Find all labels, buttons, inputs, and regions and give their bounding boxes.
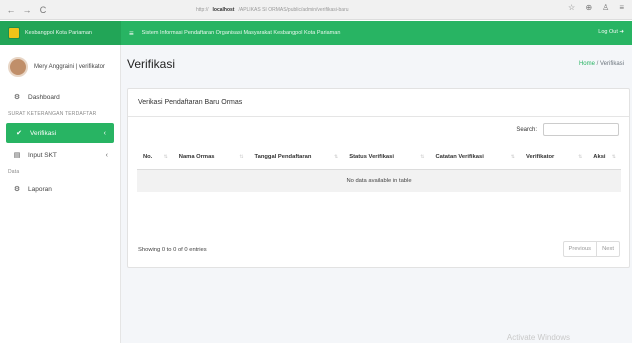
column-header-tanggal[interactable]: Tanggal Pendaftaran ⇅ bbox=[248, 145, 344, 170]
sort-icon: ⇅ bbox=[611, 154, 616, 160]
sidebar-item-laporan[interactable]: ⚙ Laporan bbox=[0, 179, 120, 199]
menu-icon[interactable]: ≡ bbox=[619, 3, 624, 12]
sidebar-item-dashboard[interactable]: ⚙ Dashboard bbox=[0, 87, 120, 107]
sidebar-item-label: Dashboard bbox=[28, 93, 60, 101]
verification-table: No. ⇅ Nama Ormas ⇅ Tanggal Pendaftaran ⇅ St… bbox=[137, 145, 621, 192]
column-header-nama-ormas[interactable]: Nama Ormas ⇅ bbox=[172, 145, 249, 170]
app-header: Kesbangpol Kota Pariaman ≡ Sistem Inform… bbox=[0, 21, 632, 45]
brand[interactable]: Kesbangpol Kota Pariaman bbox=[0, 21, 121, 45]
column-header-no[interactable]: No. ⇅ bbox=[137, 145, 173, 170]
sidebar-item-label: Input SKT bbox=[28, 151, 57, 159]
next-button[interactable]: Next bbox=[596, 242, 619, 256]
column-header-catatan[interactable]: Catatan Verifikasi ⇅ bbox=[429, 145, 520, 170]
sort-icon: ⇅ bbox=[334, 154, 339, 160]
table-header-row: No. ⇅ Nama Ormas ⇅ Tanggal Pendaftaran ⇅ St… bbox=[137, 145, 621, 170]
verification-card: Verikasi Pendaftaran Baru Ormas Search: … bbox=[127, 88, 630, 268]
sidebar-item-input-skt[interactable]: ▤ Input SKT ‹ bbox=[0, 145, 120, 165]
search-label: Search: bbox=[516, 126, 537, 133]
breadcrumb-current: Verifikasi bbox=[599, 61, 624, 67]
sort-icon: ⇅ bbox=[163, 154, 168, 160]
page-title: Verifikasi bbox=[127, 57, 176, 71]
forward-icon[interactable]: → bbox=[20, 5, 34, 15]
url-prefix: http:// bbox=[196, 7, 209, 13]
browser-actions: ⊕ ♙ ≡ bbox=[585, 3, 624, 12]
brand-name: Kesbangpol Kota Pariaman bbox=[25, 30, 92, 36]
pagination: Previous Next bbox=[562, 241, 620, 257]
user-name: Mery Anggraini | verifikator bbox=[34, 64, 105, 70]
sidebar-item-verifikasi[interactable]: ✔ Verifikasi ‹ bbox=[6, 123, 114, 143]
windows-activation-watermark: Activate Windows bbox=[506, 333, 570, 342]
dashboard-icon: ⚙ bbox=[13, 94, 21, 101]
table-search: Search: bbox=[516, 123, 619, 136]
profile-icon[interactable]: ♙ bbox=[602, 3, 609, 12]
report-icon: ⚙ bbox=[13, 186, 21, 193]
browser-toolbar: ← → C http://localhost/APLIKAS SI ORMAS/… bbox=[0, 0, 632, 20]
user-panel[interactable]: Mery Anggraini | verifikator bbox=[0, 45, 120, 87]
document-icon: ▤ bbox=[13, 152, 21, 159]
breadcrumb: Home / Verifikasi bbox=[579, 61, 624, 67]
sort-icon: ⇅ bbox=[578, 154, 583, 160]
column-header-status[interactable]: Status Verifikasi ⇅ bbox=[343, 145, 430, 170]
browser-nav: ← → C bbox=[0, 5, 50, 15]
header-title: Sistem Informasi Pendaftaran Organisasi … bbox=[141, 30, 341, 36]
check-icon: ✔ bbox=[16, 130, 22, 137]
extensions-icon[interactable]: ⊕ bbox=[585, 3, 592, 12]
main-content: Verifikasi Home / Verifikasi Verikasi Pe… bbox=[121, 45, 632, 343]
sort-icon: ⇅ bbox=[420, 154, 425, 160]
table-info: Showing 0 to 0 of 0 entries bbox=[138, 247, 207, 253]
sidebar-item-label: Laporan bbox=[28, 185, 52, 193]
previous-button[interactable]: Previous bbox=[564, 242, 597, 256]
url-path: /APLIKAS SI ORMAS/public/admin/verifikas… bbox=[238, 7, 349, 13]
reload-icon[interactable]: C bbox=[36, 5, 50, 15]
bookmark-star-icon[interactable]: ☆ bbox=[568, 3, 575, 12]
chevron-left-icon: ‹ bbox=[103, 129, 106, 137]
sidebar-section-data: Data bbox=[8, 169, 20, 175]
search-input[interactable] bbox=[543, 123, 619, 136]
logout-link[interactable]: Log Out ➜ bbox=[598, 29, 624, 35]
empty-table-message: No data available in table bbox=[137, 169, 621, 192]
sort-icon: ⇅ bbox=[239, 154, 244, 160]
table-row: No data available in table bbox=[137, 169, 621, 192]
url-host: localhost bbox=[212, 7, 235, 13]
column-header-verifikator[interactable]: Verifikator ⇅ bbox=[519, 145, 588, 170]
avatar bbox=[8, 57, 28, 77]
sidebar-item-label: Verifikasi bbox=[30, 129, 57, 137]
brand-logo-icon bbox=[8, 27, 20, 39]
back-icon[interactable]: ← bbox=[4, 5, 18, 15]
menu-toggle-icon[interactable]: ≡ bbox=[129, 29, 134, 38]
chevron-left-icon: ‹ bbox=[105, 151, 108, 159]
address-bar[interactable]: http://localhost/APLIKAS SI ORMAS/public… bbox=[196, 3, 349, 17]
sidebar-section-skt: SURAT KETERANGAN TERDAFTAR bbox=[8, 111, 97, 117]
card-title: Verikasi Pendaftaran Baru Ormas bbox=[128, 89, 629, 117]
sort-icon: ⇅ bbox=[510, 154, 515, 160]
breadcrumb-home[interactable]: Home bbox=[579, 61, 595, 67]
column-header-aksi[interactable]: Aksi ⇅ bbox=[587, 145, 621, 170]
sidebar: Mery Anggraini | verifikator ⚙ Dashboard… bbox=[0, 45, 121, 343]
